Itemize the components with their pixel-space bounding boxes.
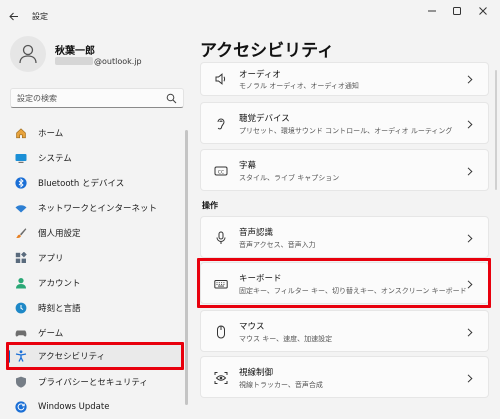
sidebar-item-label: アクセシビリティ (38, 352, 106, 362)
gamepad-icon (15, 327, 27, 339)
sidebar-item-accessibility[interactable]: アクセシビリティ (6, 344, 184, 368)
card-title: 字幕 (239, 161, 257, 171)
arrow-left-icon (9, 12, 18, 20)
eye-control-icon (214, 371, 228, 385)
card-subtitle: 音声アクセス、音声入力 (239, 241, 316, 249)
sidebar-item-label: Windows Update (38, 402, 110, 412)
main-scrollbar[interactable] (495, 70, 497, 190)
chevron-right-icon (466, 279, 474, 289)
sidebar-item-network[interactable]: ネットワークとインターネット (6, 196, 184, 220)
sidebar-item-label: 個人用設定 (38, 229, 81, 239)
chevron-right-icon (466, 233, 474, 243)
selection-indicator (7, 350, 10, 363)
update-icon (15, 401, 27, 413)
card-subtitle: プリセット、環境サウンド コントロール、オーディオ ルーティング (239, 127, 453, 135)
minimize-icon (428, 10, 436, 12)
sidebar-item-label: プライバシーとセキュリティ (38, 378, 148, 388)
sidebar-item-home[interactable]: ホーム (6, 121, 184, 145)
svg-text:CC: CC (218, 169, 224, 175)
speaker-icon (214, 72, 228, 86)
microphone-icon (214, 231, 228, 245)
chevron-right-icon (466, 119, 474, 129)
setting-card-keyboard[interactable]: キーボード 固定キー、フィルター キー、切り替えキー、オンスクリーン キーボード (200, 262, 489, 304)
apps-icon (15, 252, 27, 264)
person-icon (19, 44, 37, 64)
sidebar-item-label: 時刻と言語 (38, 304, 81, 314)
chevron-right-icon (466, 327, 474, 337)
setting-card-speech[interactable]: 音声認識 音声アクセス、音声入力 (200, 216, 489, 258)
page-title: アクセシビリティ (200, 41, 335, 61)
sidebar-item-label: ネットワークとインターネット (38, 204, 158, 214)
window-title: 設定 (32, 12, 48, 21)
brush-icon (15, 227, 27, 239)
chevron-right-icon (466, 373, 474, 383)
avatar[interactable] (10, 36, 46, 72)
maximize-button[interactable] (446, 4, 468, 18)
sidebar-item-label: アプリ (38, 254, 64, 264)
setting-card-eye-control[interactable]: 視線制御 視線トラッカー、音声合成 (200, 356, 489, 398)
sidebar-item-personalization[interactable]: 個人用設定 (6, 221, 184, 245)
user-email: @outlook.jp (55, 57, 142, 66)
close-button[interactable] (472, 4, 494, 18)
sidebar-item-label: システム (38, 154, 72, 164)
display-icon (15, 152, 27, 164)
accessibility-icon (15, 350, 27, 362)
sidebar-item-label: ゲーム (38, 329, 64, 339)
chevron-right-icon (466, 74, 474, 84)
wifi-icon (15, 202, 27, 214)
globe-clock-icon (15, 302, 27, 314)
minimize-button[interactable] (421, 4, 443, 18)
setting-card-captions[interactable]: CC 字幕 スタイル、ライブ キャプション (200, 149, 489, 191)
card-subtitle: マウス キー、速度、加速設定 (239, 335, 333, 343)
maximize-icon (453, 7, 461, 15)
sidebar-item-bluetooth[interactable]: Bluetooth とデバイス (6, 171, 184, 195)
ear-icon (214, 117, 228, 131)
sidebar-item-system[interactable]: システム (6, 146, 184, 170)
sidebar-item-time-language[interactable]: 時刻と言語 (6, 296, 184, 320)
card-subtitle: スタイル、ライブ キャプション (239, 174, 340, 182)
card-title: マウス (239, 322, 265, 332)
search-box[interactable] (10, 88, 184, 108)
setting-card-mouse[interactable]: マウス マウス キー、速度、加速設定 (200, 310, 489, 352)
card-title: 音声認識 (239, 228, 274, 238)
setting-card-hearing-devices[interactable]: 聴覚デバイス プリセット、環境サウンド コントロール、オーディオ ルーティング (200, 102, 489, 144)
keyboard-icon (214, 277, 228, 291)
mouse-icon (214, 325, 228, 339)
card-subtitle: モノラル オーディオ、オーディオ通知 (239, 82, 359, 90)
sidebar-scrollbar[interactable] (185, 130, 188, 405)
card-title: オーディオ (239, 70, 281, 80)
shield-icon (15, 376, 27, 388)
sidebar-item-label: Bluetooth とデバイス (38, 179, 125, 189)
home-icon (15, 127, 27, 139)
search-icon[interactable] (166, 93, 177, 104)
bluetooth-icon (15, 177, 27, 189)
user-email-domain: @outlook.jp (94, 57, 142, 66)
card-subtitle: 視線トラッカー、音声合成 (239, 381, 323, 389)
card-subtitle: 固定キー、フィルター キー、切り替えキー、オンスクリーン キーボード (239, 287, 467, 295)
captions-icon: CC (214, 164, 228, 178)
close-icon (479, 7, 487, 15)
back-button[interactable] (6, 9, 22, 23)
card-title: 視線制御 (239, 368, 274, 378)
sidebar-item-label: ホーム (38, 129, 64, 139)
redacted-email-local-part (55, 57, 93, 65)
chevron-right-icon (466, 166, 474, 176)
user-name: 秋葉一郎 (55, 46, 95, 57)
card-title: 聴覚デバイス (239, 114, 290, 124)
sidebar-item-label: アカウント (38, 279, 81, 289)
search-input[interactable] (17, 92, 165, 105)
sidebar-item-privacy[interactable]: プライバシーとセキュリティ (6, 370, 184, 394)
account-icon (15, 277, 27, 289)
sidebar-item-gaming[interactable]: ゲーム (6, 321, 184, 345)
setting-card-audio[interactable]: オーディオ モノラル オーディオ、オーディオ通知 (200, 62, 489, 96)
sidebar-item-apps[interactable]: アプリ (6, 246, 184, 270)
card-title: キーボード (239, 274, 282, 284)
sidebar-item-windows-update[interactable]: Windows Update (6, 395, 184, 419)
section-heading-interaction: 操作 (202, 201, 218, 210)
sidebar-item-accounts[interactable]: アカウント (6, 271, 184, 295)
title-bar: 設定 (0, 0, 500, 32)
